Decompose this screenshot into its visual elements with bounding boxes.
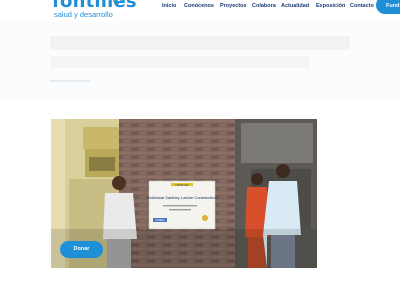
sign-header-text: FONTILLES: [175, 184, 188, 187]
donate-button[interactable]: Donar: [60, 241, 103, 258]
sign-footer-text: fontilles: [156, 218, 165, 222]
nav-item-inicio[interactable]: Inicio: [162, 3, 176, 9]
hero-faded-title: [50, 36, 350, 50]
header-bar: fontilles salud y desarrollo Inicio Conó…: [0, 0, 400, 22]
sign-title-text: Individual Sanitary Latrine Construction: [147, 195, 217, 200]
nav-item-proyectos[interactable]: Proyectos: [220, 3, 247, 9]
fund-button[interactable]: Fund: [376, 0, 400, 14]
nav-item-contacto[interactable]: Contacto: [350, 3, 374, 9]
nav-item-exposicion[interactable]: Exposición: [316, 3, 345, 9]
logo-tagline: salud y desarrollo: [54, 10, 113, 19]
nav-item-colabora[interactable]: Colabora: [252, 3, 276, 9]
nav-item-conocenos[interactable]: Conócenos: [184, 3, 214, 9]
hero-divider: [50, 80, 90, 82]
hero-banner: [0, 22, 400, 100]
hero-faded-subtitle: [50, 56, 310, 68]
nav-item-actualidad[interactable]: Actualidad: [281, 3, 309, 9]
